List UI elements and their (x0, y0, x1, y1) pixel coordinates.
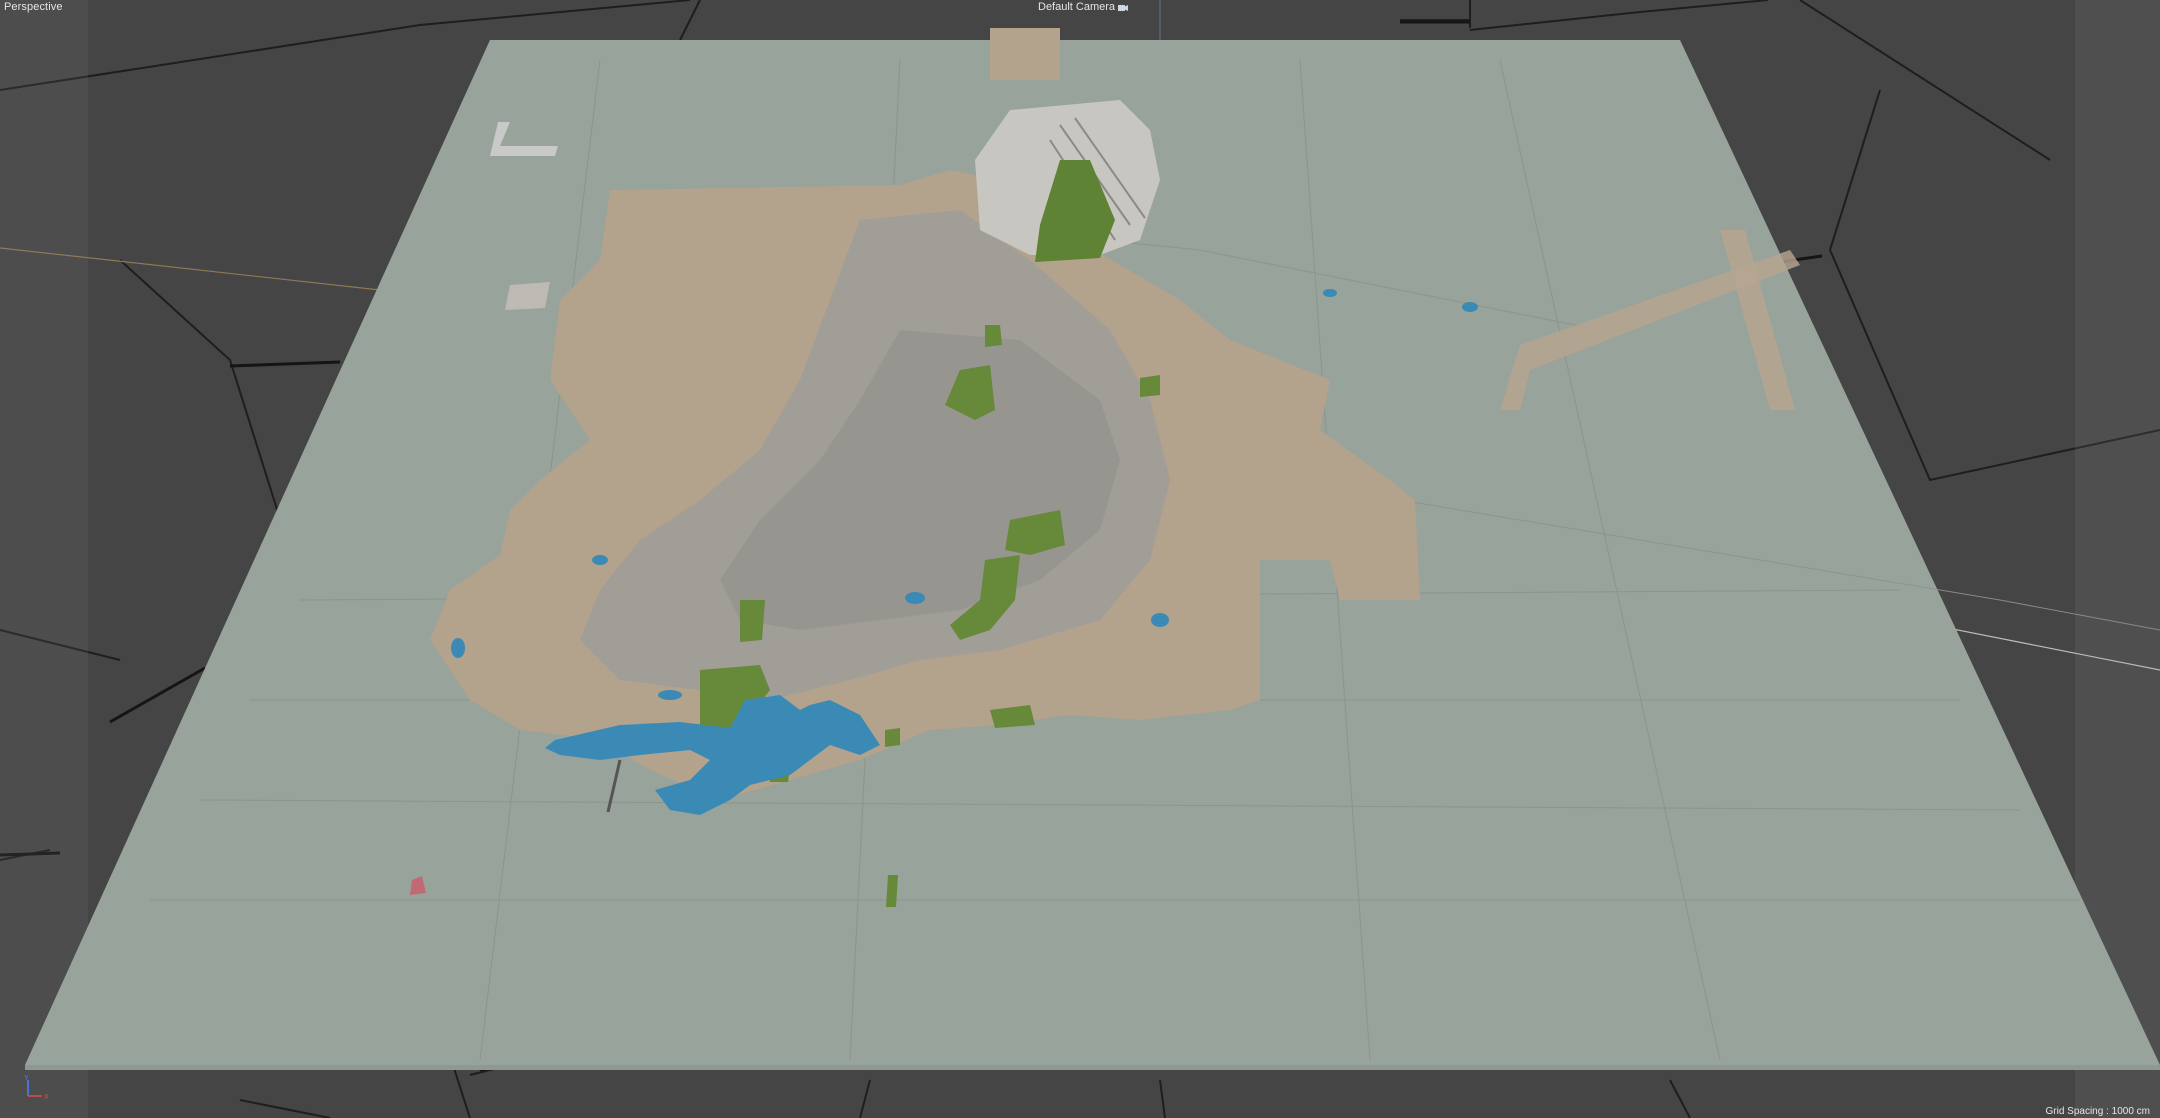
scene-render[interactable] (0, 0, 2160, 1118)
axis-x-label: X (44, 1094, 49, 1100)
urban-area-north (990, 28, 1060, 80)
left-overlay-panel (0, 0, 88, 1118)
grey-block (505, 282, 550, 310)
camera-icon[interactable] (1118, 3, 1129, 12)
camera-selector[interactable]: Default Camera (1038, 1, 1129, 13)
ground-plane-overlay (25, 1065, 2160, 1070)
view-mode-label[interactable]: Perspective (4, 1, 63, 13)
grid-spacing-label: Grid Spacing : 1000 cm (2045, 1106, 2151, 1117)
axis-y-label: Y (24, 1075, 29, 1082)
3d-viewport[interactable]: Perspective Default Camera Grid Spacing … (0, 0, 2160, 1118)
axis-gizmo-icon: X Y (24, 1075, 49, 1100)
camera-name-label: Default Camera (1038, 1, 1116, 13)
